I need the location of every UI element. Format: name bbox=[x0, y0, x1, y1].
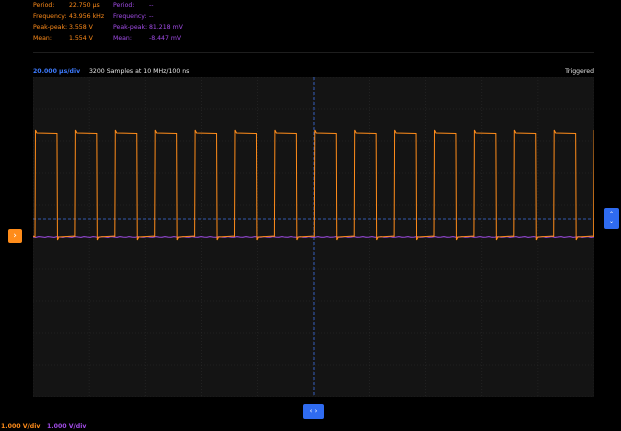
ch1-mean-value: 1.554 V bbox=[68, 35, 93, 42]
ch1-period-label: Period: bbox=[33, 2, 55, 9]
ch2-peak-peak-label: Peak-peak: bbox=[113, 24, 148, 31]
ch2-mean-value: -8.447 mV bbox=[148, 35, 182, 42]
ch2-mean-label: Mean: bbox=[113, 35, 132, 42]
ch1-peak-peak-label: Peak-peak: bbox=[33, 24, 68, 31]
ch1-frequency-label: Frequency: bbox=[33, 13, 67, 20]
ch1-volts-per-div[interactable]: 1.000 V/div bbox=[1, 422, 40, 431]
ch1-period-row: Period: 22.750 µs bbox=[33, 0, 104, 11]
ch2-frequency-value: -- bbox=[148, 13, 154, 20]
ch1-mean-label: Mean: bbox=[33, 35, 52, 42]
ch1-measurements: Period: 22.750 µs Frequency: 43.956 kHz … bbox=[33, 0, 104, 44]
trigger-arrow-icon[interactable]: › bbox=[8, 229, 22, 243]
level-adjust-icon[interactable]: ⌃ ⌄ bbox=[604, 208, 619, 229]
scope-display[interactable] bbox=[33, 77, 594, 397]
ch2-peak-peak-row: Peak-peak: 81.218 mV bbox=[113, 22, 183, 33]
sample-info: 3200 Samples at 10 MHz/100 ns bbox=[89, 68, 190, 75]
trigger-status: Triggered bbox=[565, 68, 594, 75]
ch1-peak-peak-value: 3.558 V bbox=[68, 24, 93, 31]
ch2-peak-peak-value: 81.218 mV bbox=[148, 24, 183, 31]
ch2-period-value: -- bbox=[148, 2, 154, 9]
ch2-frequency-label: Frequency: bbox=[113, 13, 147, 20]
level-down-icon[interactable]: ⌄ bbox=[604, 218, 619, 225]
oscilloscope-app: Period: 22.750 µs Frequency: 43.956 kHz … bbox=[0, 0, 621, 431]
ch1-frequency-value: 43.956 kHz bbox=[68, 13, 105, 20]
ch2-period-row: Period: -- bbox=[113, 0, 183, 11]
ch2-frequency-row: Frequency: -- bbox=[113, 11, 183, 22]
ch1-frequency-row: Frequency: 43.956 kHz bbox=[33, 11, 104, 22]
ch2-volts-per-div[interactable]: 1.000 V/div bbox=[47, 422, 86, 431]
ch1-peak-peak-row: Peak-peak: 3.558 V bbox=[33, 22, 104, 33]
ch2-mean-row: Mean: -8.447 mV bbox=[113, 33, 183, 44]
level-up-icon[interactable]: ⌃ bbox=[604, 211, 619, 218]
ch2-measurements: Period: -- Frequency: -- Peak-peak: 81.2… bbox=[113, 0, 183, 44]
horizontal-position-icon[interactable]: ‹ › bbox=[303, 404, 324, 419]
ch1-period-value: 22.750 µs bbox=[68, 2, 100, 9]
ch2-period-label: Period: bbox=[113, 2, 135, 9]
ch1-mean-row: Mean: 1.554 V bbox=[33, 33, 104, 44]
timebase-readout[interactable]: 20.000 µs/div bbox=[33, 67, 80, 76]
waveform-canvas[interactable] bbox=[33, 77, 594, 397]
header-divider bbox=[33, 52, 594, 53]
